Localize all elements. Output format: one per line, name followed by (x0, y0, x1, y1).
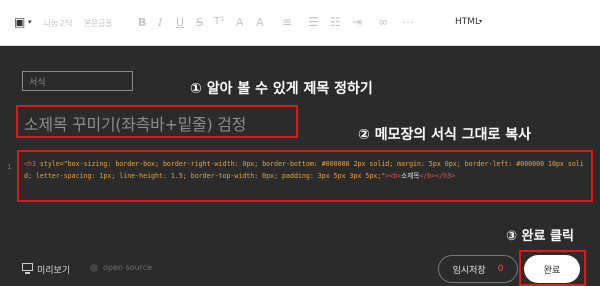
italic-button[interactable]: I (158, 16, 162, 29)
code-open-tag: <h3 (24, 160, 40, 168)
annotation-step2: ② 메모장의 서식 그대로 복사 (358, 127, 532, 143)
chevron-down-icon[interactable]: ▾ (28, 18, 32, 26)
annotation-step1: ① 알아 볼 수 있게 제목 정하기 (190, 81, 373, 97)
code-close-tags: </b></h3> (419, 172, 456, 180)
line-number: 1 (7, 163, 12, 171)
format-select[interactable]: 서식 (22, 71, 133, 91)
font-color-button[interactable]: A (236, 16, 244, 29)
indent-icon[interactable]: ⇥ (352, 15, 362, 29)
link-icon[interactable]: ∞ (378, 15, 388, 29)
title-input[interactable]: 소제목 꾸미기(좌측바+밑줄) 검정 (24, 111, 246, 135)
annotation-step3: ③ 완료 클릭 (506, 229, 574, 244)
highlight-color-button[interactable]: A (256, 16, 264, 29)
align-icon[interactable]: ≡ (282, 15, 292, 29)
font-size-select[interactable]: 본문글꼴 (84, 18, 113, 29)
numbered-list-icon[interactable]: ☷ (330, 15, 341, 29)
preview-button[interactable]: 미리보기 (37, 263, 70, 276)
image-icon[interactable]: ▣ (14, 15, 25, 29)
chevron-down-icon[interactable]: ▾ (479, 18, 482, 25)
open-source-label: open source (103, 263, 153, 272)
bold-button[interactable]: B (138, 16, 146, 29)
strikethrough-button[interactable]: S (196, 16, 203, 29)
done-button[interactable]: 완료 (524, 255, 580, 283)
save-draft-button[interactable]: 임시저장 0 (438, 255, 518, 283)
monitor-icon[interactable] (22, 263, 33, 274)
font-family-select[interactable]: 나눔고딕 (44, 18, 73, 29)
underline-button[interactable]: U (176, 16, 184, 29)
more-icon[interactable]: ⋯ (402, 15, 414, 29)
html-code-editor[interactable]: <h3 style="box-sizing: border-box; borde… (24, 158, 586, 182)
superscript-button[interactable]: T² (214, 16, 224, 27)
editor-mode-select[interactable]: HTML (455, 17, 480, 27)
editor-toolbar: ▣ ▾ 나눔고딕 본문글꼴 B I U S T² A A ≡ ☰ ☷ ⇥ ∞ ⋯… (0, 0, 600, 46)
open-source-toggle[interactable] (90, 264, 98, 272)
code-text: 소제목 (401, 172, 420, 180)
code-style-attribute: style="box-sizing: border-box; border-ri… (24, 160, 584, 180)
save-draft-count: 0 (497, 264, 504, 274)
code-bold-open-tag: ><b> (385, 172, 402, 180)
save-draft-label: 임시저장 (452, 265, 486, 276)
bullet-list-icon[interactable]: ☰ (308, 15, 319, 29)
